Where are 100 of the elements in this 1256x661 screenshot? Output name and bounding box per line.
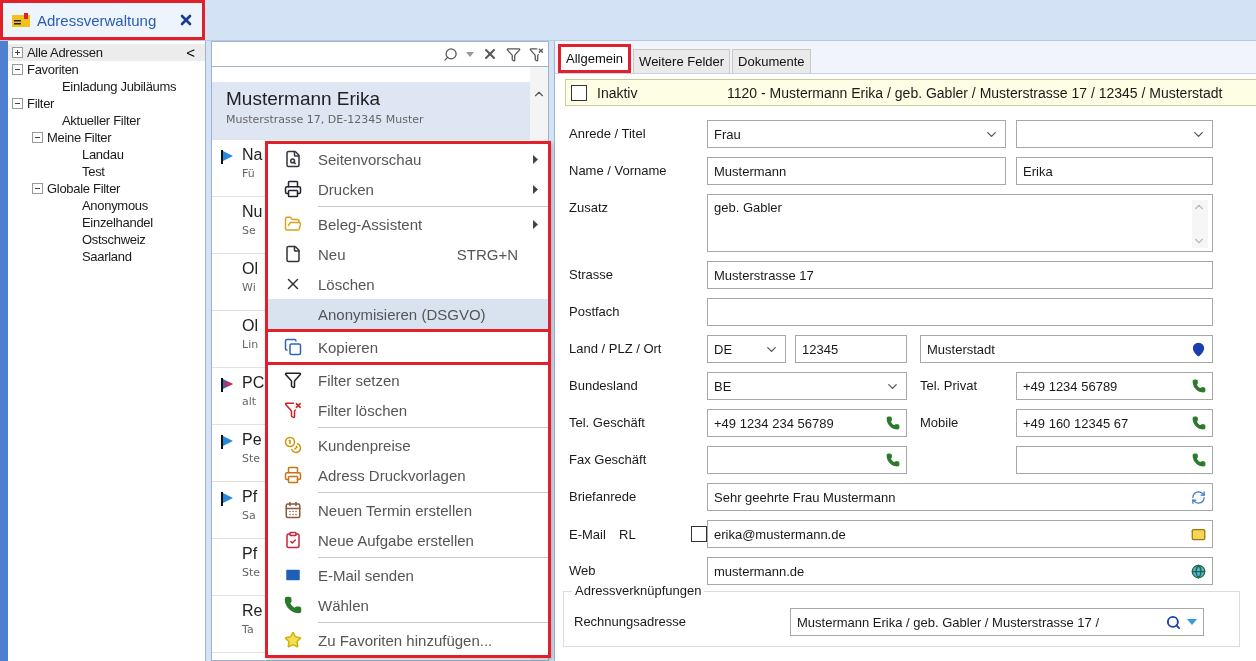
menu-item[interactable]: Zu Favoriten hinzufügen... bbox=[268, 625, 548, 655]
input-field[interactable]: erika@mustermann.de bbox=[707, 520, 1213, 548]
tab[interactable]: Weitere Felder bbox=[633, 49, 731, 73]
phone-icon[interactable] bbox=[886, 416, 900, 430]
input-field[interactable] bbox=[707, 446, 907, 474]
address-list-item[interactable]: Mustermann Erika Musterstrasse 17, DE-12345 Muster bbox=[212, 82, 530, 140]
field-label: Land / PLZ / Ort bbox=[569, 340, 663, 356]
menu-item[interactable]: Neue Aufgabe erstellen bbox=[268, 525, 548, 555]
input-field[interactable]: mustermann.de bbox=[707, 557, 1213, 585]
phone-icon[interactable] bbox=[1192, 379, 1206, 393]
tree-item[interactable]: Aktueller Filter bbox=[8, 112, 205, 129]
document-tab[interactable]: Adressverwaltung bbox=[0, 0, 205, 40]
refresh-icon[interactable] bbox=[1191, 489, 1206, 505]
field-label: RL bbox=[618, 526, 637, 542]
coins-icon bbox=[284, 436, 302, 454]
tree-item[interactable]: Globale Filter bbox=[8, 180, 205, 197]
input-field[interactable]: Erika bbox=[1016, 157, 1213, 185]
field-label: Fax Geschäft bbox=[569, 451, 648, 467]
field-label: Web bbox=[569, 562, 597, 578]
globe-icon[interactable] bbox=[1191, 563, 1206, 579]
search-icon[interactable] bbox=[1166, 614, 1181, 630]
tree-item[interactable]: Alle Adressen < bbox=[8, 44, 205, 61]
menu-item[interactable]: Neuen Termin erstellen bbox=[268, 495, 548, 525]
flag-icon bbox=[220, 435, 234, 449]
tab[interactable]: Dokumente bbox=[732, 49, 811, 73]
menu-item[interactable]: Kundenpreise bbox=[268, 430, 548, 460]
dropdown-icon[interactable] bbox=[466, 51, 474, 57]
field-label: Tel. Privat bbox=[920, 377, 979, 393]
phone-icon[interactable] bbox=[886, 453, 900, 467]
tree-item[interactable]: Filter bbox=[8, 95, 205, 112]
collapse-icon[interactable] bbox=[12, 98, 23, 109]
funnel-icon[interactable] bbox=[506, 46, 521, 62]
tree-item[interactable]: Meine Filter bbox=[8, 129, 205, 146]
clipboard-icon bbox=[284, 531, 302, 549]
menu-item[interactable]: Kopieren bbox=[268, 332, 548, 362]
tree-item[interactable]: Landau bbox=[8, 146, 205, 163]
field-label: E-Mail bbox=[569, 526, 607, 542]
field-label: Briefanrede bbox=[569, 488, 638, 504]
expand-icon[interactable] bbox=[12, 47, 23, 58]
tree-item[interactable]: Einladung Jubiläums bbox=[8, 78, 205, 95]
input-field[interactable] bbox=[707, 298, 1213, 326]
input-field[interactable]: +49 1234 234 56789 bbox=[707, 409, 907, 437]
group-title: Adressverknüpfungen bbox=[572, 583, 705, 598]
tree-item[interactable]: Einzelhandel bbox=[8, 214, 205, 231]
menu-item[interactable]: Drucken bbox=[268, 174, 548, 204]
collapse-icon[interactable] bbox=[32, 183, 43, 194]
phone-icon[interactable] bbox=[1192, 453, 1206, 467]
menu-item[interactable]: Löschen bbox=[268, 269, 548, 299]
dropdown-icon[interactable] bbox=[1187, 619, 1197, 625]
menu-item[interactable]: Neu STRG+N bbox=[268, 239, 548, 269]
star-icon bbox=[284, 631, 302, 649]
funnel-cross-icon[interactable] bbox=[529, 46, 544, 62]
tree-item[interactable]: Favoriten bbox=[8, 61, 205, 78]
tab[interactable]: Allgemein bbox=[558, 44, 632, 73]
dropdown-field[interactable]: BE bbox=[707, 372, 907, 400]
field-label: Zusatz bbox=[569, 199, 609, 215]
input-field[interactable]: Sehr geehrte Frau Mustermann bbox=[707, 483, 1213, 511]
tree-item[interactable]: Saarland bbox=[8, 248, 205, 265]
page-search-icon bbox=[284, 150, 302, 168]
menu-item[interactable]: E-Mail senden bbox=[268, 560, 548, 590]
input-field[interactable]: Musterstadt bbox=[920, 335, 1213, 363]
checkbox[interactable] bbox=[691, 526, 707, 542]
flag-icon bbox=[220, 150, 234, 164]
dropdown-field[interactable]: DE bbox=[707, 335, 786, 363]
search-icon[interactable] bbox=[443, 46, 458, 62]
menu-item[interactable]: Filter löschen bbox=[268, 395, 548, 425]
close-icon[interactable] bbox=[178, 12, 194, 28]
dropdown-field[interactable] bbox=[1016, 120, 1213, 148]
dropdown-field[interactable]: Frau bbox=[707, 120, 1006, 148]
checkbox[interactable] bbox=[571, 84, 587, 101]
phone-icon[interactable] bbox=[1192, 416, 1206, 430]
field-label: Bundesland bbox=[569, 377, 639, 393]
map-pin-icon[interactable] bbox=[1191, 341, 1206, 357]
phone-icon bbox=[284, 596, 302, 614]
dropdown-field[interactable]: Mustermann Erika / geb. Gabler / Musterstrasse 17 / bbox=[790, 608, 1204, 636]
field-label: Strasse bbox=[569, 266, 615, 282]
input-field[interactable] bbox=[1016, 446, 1213, 474]
funnel-cross-icon bbox=[284, 401, 302, 419]
funnel-icon bbox=[284, 371, 302, 389]
tree-item[interactable]: Ostschweiz bbox=[8, 231, 205, 248]
tree-item[interactable]: Anonymous bbox=[8, 197, 205, 214]
menu-item[interactable]: Wählen bbox=[268, 590, 548, 620]
menu-item[interactable]: Seitenvorschau bbox=[268, 144, 548, 174]
input-field[interactable]: +49 160 12345 67 bbox=[1016, 409, 1213, 437]
document-icon bbox=[284, 245, 302, 263]
input-field[interactable]: +49 1234 56789 bbox=[1016, 372, 1213, 400]
field-label: Postfach bbox=[569, 303, 621, 319]
collapse-icon[interactable] bbox=[12, 64, 23, 75]
text-area[interactable]: geb. Gabler bbox=[707, 194, 1213, 252]
menu-item[interactable]: Adress Druckvorlagen bbox=[268, 460, 548, 490]
menu-item[interactable]: Anonymisieren (DSGVO) bbox=[268, 299, 548, 329]
tree-item[interactable]: Test bbox=[8, 163, 205, 180]
collapse-icon[interactable] bbox=[32, 132, 43, 143]
input-field[interactable]: Mustermann bbox=[707, 157, 1006, 185]
collapse-button[interactable]: < bbox=[182, 44, 199, 61]
input-field[interactable]: Musterstrasse 17 bbox=[707, 261, 1213, 289]
menu-item[interactable]: Filter setzen bbox=[268, 365, 548, 395]
menu-item[interactable]: Beleg-Assistent bbox=[268, 209, 548, 239]
clear-icon[interactable] bbox=[482, 46, 498, 62]
input-field[interactable]: 12345 bbox=[795, 335, 907, 363]
